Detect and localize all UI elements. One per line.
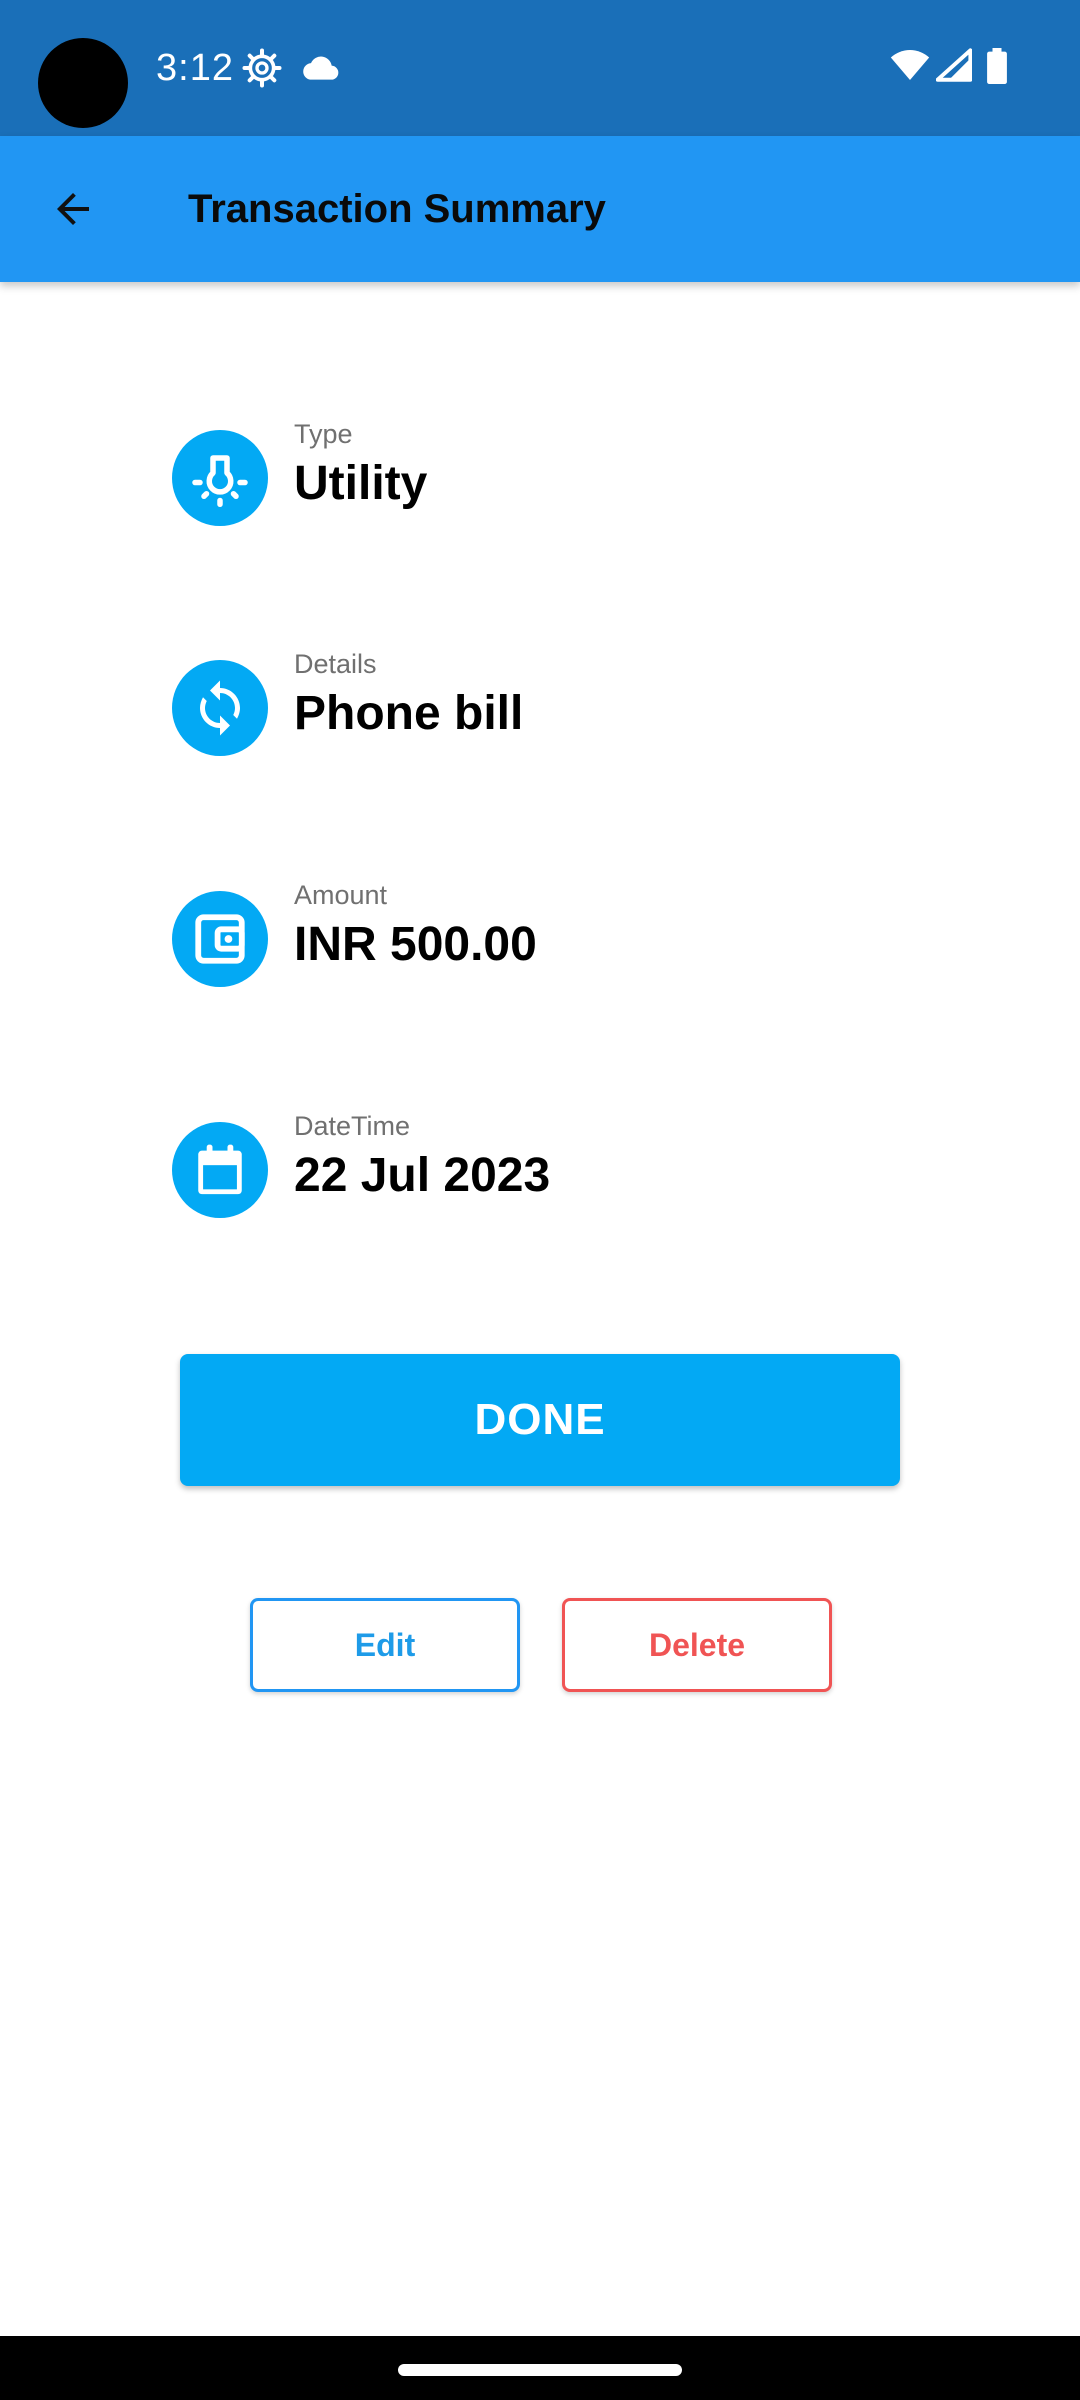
summary-row-details: Details Phone bill (172, 649, 972, 756)
cell-signal-icon (936, 48, 972, 82)
datetime-label: DateTime (294, 1111, 411, 1141)
summary-row-amount: Amount INR 500.00 (172, 880, 972, 987)
summary-row-type: Type Utility (172, 419, 972, 526)
wifi-icon (890, 48, 930, 82)
transaction-summary-screen: 3:12 Transaction Summary Type Utility De… (0, 0, 1080, 2400)
type-label: Type (294, 419, 353, 449)
done-button[interactable]: DONE (180, 1354, 900, 1486)
back-button[interactable] (36, 172, 110, 246)
status-bar: 3:12 (0, 0, 1080, 136)
sync-icon (172, 660, 268, 756)
app-bar: Transaction Summary (0, 136, 1080, 282)
details-value: Phone bill (294, 687, 524, 740)
summary-row-datetime: DateTime 22 Jul 2023 (172, 1111, 972, 1218)
status-time: 3:12 (156, 47, 234, 89)
calendar-icon (172, 1122, 268, 1218)
type-value: Utility (294, 457, 428, 510)
delete-button[interactable]: Delete (562, 1598, 832, 1692)
page-title: Transaction Summary (188, 187, 606, 231)
navigation-bar (0, 2336, 1080, 2400)
edit-button[interactable]: Edit (250, 1598, 520, 1692)
lightbulb-icon (172, 430, 268, 526)
cloud-icon (300, 52, 340, 84)
details-label: Details (294, 649, 377, 679)
battery-icon (986, 48, 1008, 84)
datetime-value: 22 Jul 2023 (294, 1149, 551, 1202)
settings-gear-icon (242, 48, 282, 88)
wallet-icon (172, 891, 268, 987)
amount-value: INR 500.00 (294, 918, 537, 971)
camera-cutout (38, 38, 128, 128)
arrow-back-icon (57, 193, 89, 225)
amount-label: Amount (294, 880, 388, 910)
home-gesture-handle[interactable] (398, 2364, 682, 2376)
